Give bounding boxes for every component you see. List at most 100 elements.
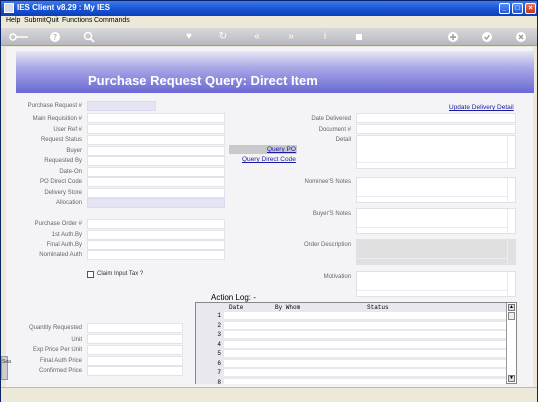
allocation-field[interactable]	[87, 198, 225, 208]
row-cell[interactable]	[224, 369, 506, 377]
col-date[interactable]: Date	[229, 304, 243, 311]
po-direct-code-field[interactable]	[87, 177, 225, 187]
purchase-request-field[interactable]	[87, 101, 156, 111]
refresh-icon[interactable]: ↻	[217, 31, 229, 43]
quantity-requested-field[interactable]	[87, 323, 183, 333]
purchase-order-field[interactable]	[87, 219, 225, 229]
help-icon[interactable]: ?	[49, 31, 61, 43]
info-icon[interactable]: i	[319, 31, 331, 43]
query-direct-code-link[interactable]: Query Direct Code	[242, 156, 296, 163]
stop-icon[interactable]	[353, 31, 365, 43]
menu-help[interactable]: Help	[6, 17, 20, 24]
buyers-notes-textarea[interactable]	[356, 208, 516, 234]
final-auth-by-field[interactable]	[87, 240, 225, 250]
row-cell[interactable]	[224, 350, 506, 358]
content-area: Purchase Request Query: Direct Item Purc…	[6, 47, 534, 387]
page-banner: Purchase Request Query: Direct Item	[16, 51, 534, 93]
date-delivered-field[interactable]	[356, 113, 516, 123]
motivation-textarea[interactable]	[356, 271, 516, 297]
menu-functions[interactable]: Functions	[62, 17, 92, 24]
first-auth-by-field[interactable]	[87, 230, 225, 240]
user-ref-label: User Ref #	[53, 127, 82, 133]
check-icon[interactable]	[481, 31, 493, 43]
scroll-down-icon[interactable]: ▼	[508, 375, 515, 382]
table-row[interactable]: 3	[196, 331, 506, 340]
order-description-label: Order Description	[303, 242, 351, 248]
page-title: Purchase Request Query: Direct Item	[88, 73, 318, 88]
add-icon[interactable]	[447, 31, 459, 43]
close-window-button[interactable]: ×	[525, 3, 536, 14]
row-cell[interactable]	[224, 378, 506, 384]
delivery-store-field[interactable]	[87, 188, 225, 198]
document-field[interactable]	[356, 124, 516, 134]
col-by-whom[interactable]: By Whom	[275, 304, 300, 311]
detail-hscrollbar[interactable]	[357, 162, 507, 168]
search-icon[interactable]	[83, 31, 95, 43]
table-row[interactable]: 4	[196, 340, 506, 350]
row-cell[interactable]	[224, 321, 506, 330]
table-row[interactable]: 8	[196, 378, 506, 384]
key-icon[interactable]	[9, 31, 29, 43]
table-row[interactable]: 2	[196, 321, 506, 331]
col-status[interactable]: Status	[367, 304, 389, 311]
main-requisition-field[interactable]	[87, 113, 225, 123]
query-po-link[interactable]: Query PO	[267, 146, 296, 153]
buyers-notes-hscrollbar[interactable]	[357, 227, 507, 233]
nominees-notes-hscrollbar[interactable]	[357, 196, 507, 202]
buyer-label: Buyer	[66, 148, 82, 154]
action-log-scrollbar[interactable]: ▲ ▼	[506, 303, 516, 383]
table-row[interactable]: 1	[196, 312, 506, 321]
scroll-thumb[interactable]	[508, 312, 515, 320]
table-row[interactable]: 5	[196, 350, 506, 359]
order-description-textarea[interactable]	[356, 239, 516, 265]
claim-input-tax-label: Claim Input Tax ?	[97, 271, 144, 277]
unit-field[interactable]	[87, 334, 183, 344]
maximize-button[interactable]: □	[512, 3, 523, 14]
row-cell[interactable]	[224, 359, 506, 368]
claim-input-tax-checkbox[interactable]	[87, 271, 94, 278]
final-auth-price-field[interactable]	[87, 356, 183, 366]
close-icon[interactable]	[515, 31, 527, 43]
row-cell[interactable]	[224, 340, 506, 349]
detail-textarea[interactable]	[356, 135, 516, 169]
order-description-scrollbar[interactable]	[507, 240, 515, 264]
user-ref-field[interactable]	[87, 124, 225, 134]
side-tab-label: Sea	[2, 359, 11, 365]
motivation-label: Motivation	[323, 274, 351, 280]
unit-label: Unit	[71, 337, 82, 343]
exp-price-per-unit-field[interactable]	[87, 345, 183, 355]
buyers-notes-scrollbar[interactable]	[507, 209, 515, 233]
final-auth-by-label: Final Auth.By	[46, 242, 82, 248]
date-on-label: Date-On	[59, 169, 82, 175]
menu-commands[interactable]: Commands	[94, 17, 130, 24]
main-requisition-label: Main Requisition #	[32, 116, 82, 122]
date-on-field[interactable]	[87, 167, 225, 177]
menu-quit[interactable]: Quit	[46, 17, 59, 24]
table-row[interactable]: 7	[196, 369, 506, 378]
order-description-hscrollbar[interactable]	[357, 258, 507, 264]
detail-label: Detail	[335, 137, 351, 143]
nominated-auth-field[interactable]	[87, 250, 225, 260]
fast-forward-icon[interactable]: »	[285, 31, 297, 43]
request-status-field[interactable]	[87, 135, 225, 145]
scroll-up-icon[interactable]: ▲	[508, 304, 515, 311]
row-cell[interactable]	[224, 312, 506, 320]
nominees-notes-scrollbar[interactable]	[507, 178, 515, 202]
row-cell[interactable]	[224, 331, 506, 339]
row-number: 4	[196, 340, 224, 350]
confirmed-price-field[interactable]	[87, 366, 183, 376]
update-delivery-detail-link[interactable]: Update Delivery Detail	[449, 104, 514, 111]
motivation-scrollbar[interactable]	[507, 272, 515, 296]
menu-submit[interactable]: Submit	[24, 17, 46, 24]
motivation-hscrollbar[interactable]	[357, 290, 507, 296]
table-row[interactable]: 6	[196, 359, 506, 369]
requested-by-field[interactable]	[87, 156, 225, 166]
rewind-icon[interactable]: «	[251, 31, 263, 43]
side-tab[interactable]: Sea	[1, 356, 11, 380]
nominees-notes-textarea[interactable]	[356, 177, 516, 203]
buyer-field[interactable]	[87, 146, 225, 156]
minimize-button[interactable]: _	[499, 3, 510, 14]
detail-scrollbar[interactable]	[507, 136, 515, 168]
heart-icon[interactable]: ♥	[183, 31, 195, 43]
row-number: 6	[196, 359, 224, 369]
